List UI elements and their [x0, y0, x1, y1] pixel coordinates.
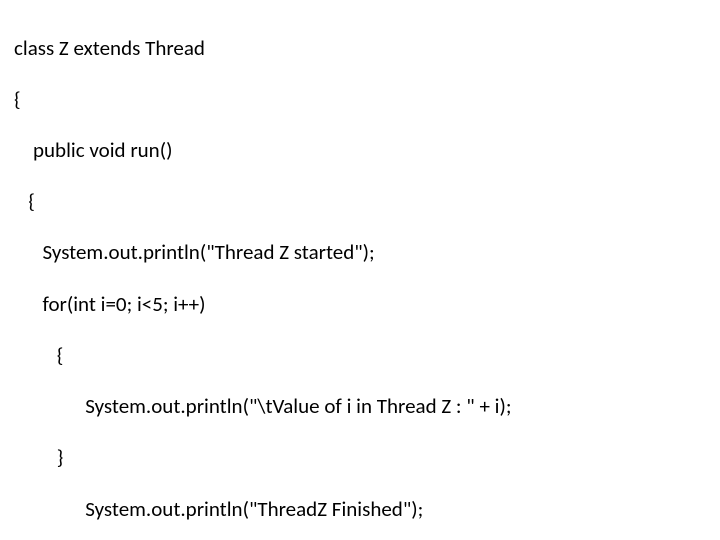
code-line: public void run() — [14, 138, 706, 164]
code-line: { — [14, 87, 706, 113]
code-line: { — [14, 343, 706, 369]
code-line: for(int i=0; i<5; i++) — [14, 292, 706, 318]
code-slide: class Z extends Thread { public void run… — [0, 0, 720, 540]
code-line: class Z extends Thread — [14, 36, 706, 62]
code-line: } — [14, 445, 706, 471]
code-line: { — [14, 189, 706, 215]
code-line: System.out.println("Thread Z started"); — [14, 240, 706, 266]
code-line: System.out.println("ThreadZ Finished"); — [14, 497, 706, 523]
code-line: System.out.println("\tValue of i in Thre… — [14, 394, 706, 420]
